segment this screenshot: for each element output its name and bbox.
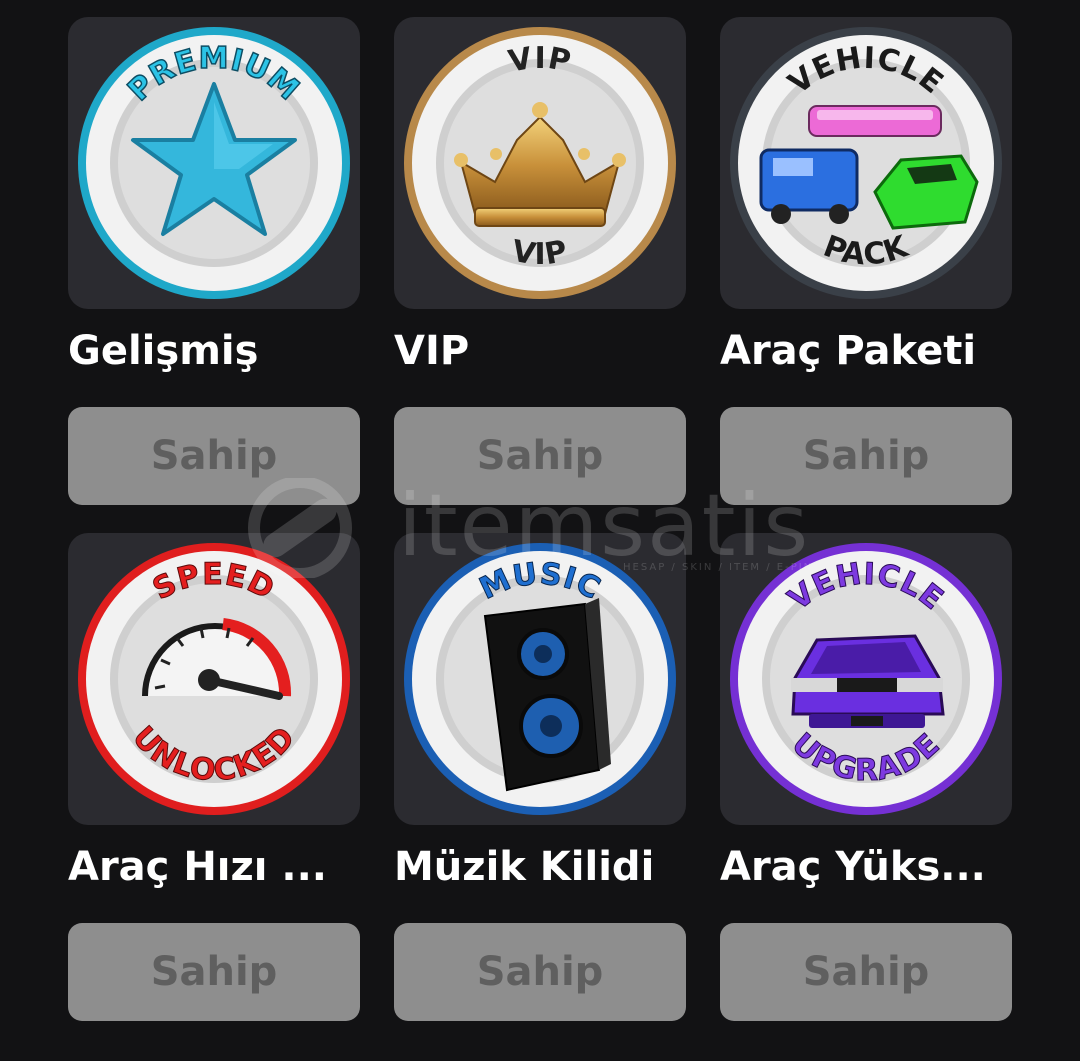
owned-button[interactable]: Sahip xyxy=(68,407,360,505)
badge-top-text: VIP xyxy=(506,41,574,80)
owned-button[interactable]: Sahip xyxy=(394,923,686,1021)
gamepass-title: Araç Yüks... xyxy=(720,844,986,890)
svg-text:VIP: VIP xyxy=(509,234,571,273)
gamepass-title: Araç Hızı ... xyxy=(68,844,328,890)
gamepass-card-vip[interactable]: VIP VIP VIP Sahip xyxy=(394,17,686,505)
badge-bottom-text: VIP xyxy=(509,234,570,273)
svg-text:VIP: VIP xyxy=(506,41,575,80)
gamepass-thumbnail[interactable]: VEHICLE UPGRADE xyxy=(720,533,1012,825)
gamepass-thumbnail[interactable]: VEHICLE PACK xyxy=(720,17,1012,309)
gamepass-card-vehicle-pack[interactable]: VEHICLE PACK Araç Paketi Sahip xyxy=(720,17,1012,505)
gamepass-thumbnail[interactable]: VIP VIP xyxy=(394,17,686,309)
owned-button[interactable]: Sahip xyxy=(394,407,686,505)
gamepass-title: VIP xyxy=(394,328,470,374)
gamepass-title: Gelişmiş xyxy=(68,328,259,374)
music-speaker-badge-icon: MUSIC xyxy=(404,543,676,815)
gamepass-thumbnail[interactable]: PREMIUM xyxy=(68,17,360,309)
gamepass-title: Müzik Kilidi xyxy=(394,844,655,890)
vip-crown-badge-icon: VIP VIP xyxy=(404,27,676,299)
owned-button[interactable]: Sahip xyxy=(720,923,1012,1021)
gamepass-thumbnail[interactable]: SPEED UNLOCKED xyxy=(68,533,360,825)
gamepass-title: Araç Paketi xyxy=(720,328,977,374)
gamepass-thumbnail[interactable]: MUSIC xyxy=(394,533,686,825)
vehicle-pack-badge-icon: VEHICLE PACK xyxy=(730,27,1002,299)
vehicle-upgrade-badge-icon: VEHICLE UPGRADE xyxy=(730,543,1002,815)
gamepass-card-vehicle-upgrade[interactable]: VEHICLE UPGRADE Araç Yüks... Sahip xyxy=(720,533,1012,1021)
premium-star-badge-icon: PREMIUM xyxy=(78,27,350,299)
owned-button[interactable]: Sahip xyxy=(720,407,1012,505)
gamepass-grid: PREMIUM Gelişmiş Sahip VIP VIP VIP Sahip… xyxy=(68,17,1012,1021)
gamepass-card-speed-unlocked[interactable]: SPEED UNLOCKED Araç Hızı ... Sahip xyxy=(68,533,360,1021)
speed-unlocked-badge-icon: SPEED UNLOCKED xyxy=(78,543,350,815)
gamepass-card-music[interactable]: MUSIC Müzik Kilidi Sahip xyxy=(394,533,686,1021)
gamepass-card-premium[interactable]: PREMIUM Gelişmiş Sahip xyxy=(68,17,360,505)
owned-button[interactable]: Sahip xyxy=(68,923,360,1021)
